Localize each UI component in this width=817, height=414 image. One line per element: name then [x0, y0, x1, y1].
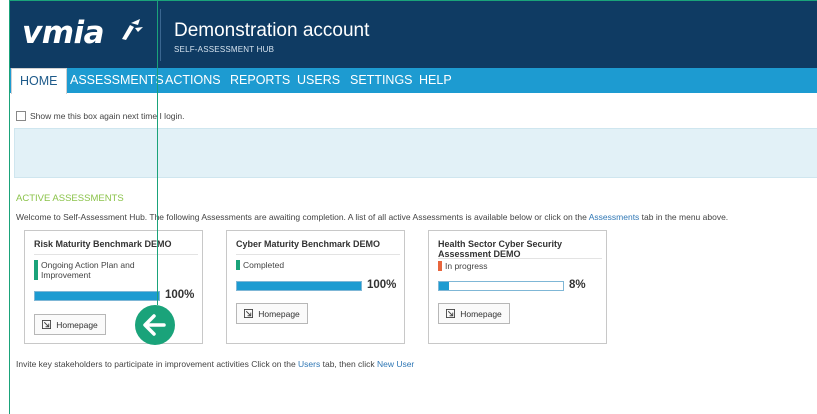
app-header: vmia Demonstration account SELF-ASSESSME…	[10, 0, 817, 68]
progress-percent: 100%	[165, 289, 195, 301]
account-subtitle: SELF-ASSESSMENT HUB	[174, 45, 275, 54]
card-title[interactable]: Risk Maturity Benchmark DEMO	[34, 239, 194, 249]
progress-bar	[236, 281, 362, 291]
vmia-logo[interactable]: vmia	[22, 15, 105, 51]
logo-mark-icon	[122, 19, 143, 40]
tab-users[interactable]: USERS	[297, 68, 340, 93]
header-divider	[160, 9, 161, 61]
page-frame: vmia Demonstration account SELF-ASSESSME…	[9, 0, 817, 414]
status-text: Ongoing Action Plan and Improvement	[41, 260, 135, 280]
external-link-icon	[244, 309, 254, 318]
progress-bar	[438, 281, 564, 291]
users-link[interactable]: Users	[298, 359, 320, 369]
back-button[interactable]	[135, 305, 175, 345]
invite-text: Invite key stakeholders to participate i…	[16, 359, 414, 369]
card-title[interactable]: Cyber Maturity Benchmark DEMO	[236, 239, 396, 249]
show-me-again-checkbox[interactable]	[16, 111, 26, 121]
card-divider	[236, 254, 400, 255]
welcome-text-end: tab in the menu above.	[639, 212, 729, 222]
assessment-card: Risk Maturity Benchmark DEMO Ongoing Act…	[24, 230, 203, 344]
card-status: In progress	[438, 261, 488, 271]
status-marker	[236, 260, 240, 270]
invite-text-middle: tab, then click	[320, 359, 377, 369]
main-nav: HOME ASSESSMENTS ACTIONS REPORTS USERS S…	[10, 68, 817, 94]
tab-settings[interactable]: SETTINGS	[350, 68, 413, 93]
tab-reports[interactable]: REPORTS	[230, 68, 290, 93]
status-marker	[438, 261, 442, 271]
assessment-card: Cyber Maturity Benchmark DEMO Completed …	[226, 230, 405, 344]
status-text: In progress	[445, 261, 488, 271]
homepage-button-label: Homepage	[56, 319, 98, 330]
assessment-card: Health Sector Cyber Security Assessment …	[428, 230, 607, 344]
assessments-link[interactable]: Assessments	[589, 212, 640, 222]
tab-assessments[interactable]: ASSESSMENTS	[70, 68, 164, 93]
card-divider	[34, 254, 198, 255]
account-title: Demonstration account	[174, 20, 370, 41]
welcome-text-start: Welcome to Self-Assessment Hub. The foll…	[16, 212, 589, 222]
card-status: Ongoing Action Plan and Improvement	[34, 260, 181, 280]
card-divider	[438, 258, 602, 259]
tab-home[interactable]: HOME	[11, 68, 67, 94]
homepage-button-label: Homepage	[460, 308, 502, 319]
progress-percent: 8%	[569, 279, 586, 291]
status-text: Completed	[243, 260, 285, 270]
progress-fill	[439, 282, 449, 290]
card-status: Completed	[236, 260, 284, 270]
homepage-button-label: Homepage	[258, 308, 300, 319]
progress-percent: 100%	[367, 279, 397, 291]
progress-bar	[34, 291, 160, 301]
welcome-text: Welcome to Self-Assessment Hub. The foll…	[16, 212, 728, 222]
active-assessments-heading: ACTIVE ASSESSMENTS	[16, 193, 124, 204]
info-box	[14, 128, 817, 178]
new-user-link[interactable]: New User	[377, 359, 414, 369]
homepage-button[interactable]: Homepage	[34, 314, 106, 335]
status-marker	[34, 260, 38, 280]
progress-fill	[35, 292, 159, 300]
arrow-left-icon	[143, 314, 166, 336]
external-link-icon	[42, 320, 52, 329]
invite-text-start: Invite key stakeholders to participate i…	[16, 359, 299, 369]
guide-line	[157, 0, 158, 305]
card-title[interactable]: Health Sector Cyber Security Assessment …	[438, 239, 598, 259]
show-me-again-label: Show me this box again next time I login…	[30, 111, 185, 121]
homepage-button[interactable]: Homepage	[236, 303, 308, 324]
homepage-button[interactable]: Homepage	[438, 303, 510, 324]
show-me-again-row: Show me this box again next time I login…	[16, 111, 185, 121]
tab-actions[interactable]: ACTIONS	[165, 68, 221, 93]
external-link-icon	[446, 309, 456, 318]
tab-help[interactable]: HELP	[419, 68, 452, 93]
progress-fill	[237, 282, 361, 290]
